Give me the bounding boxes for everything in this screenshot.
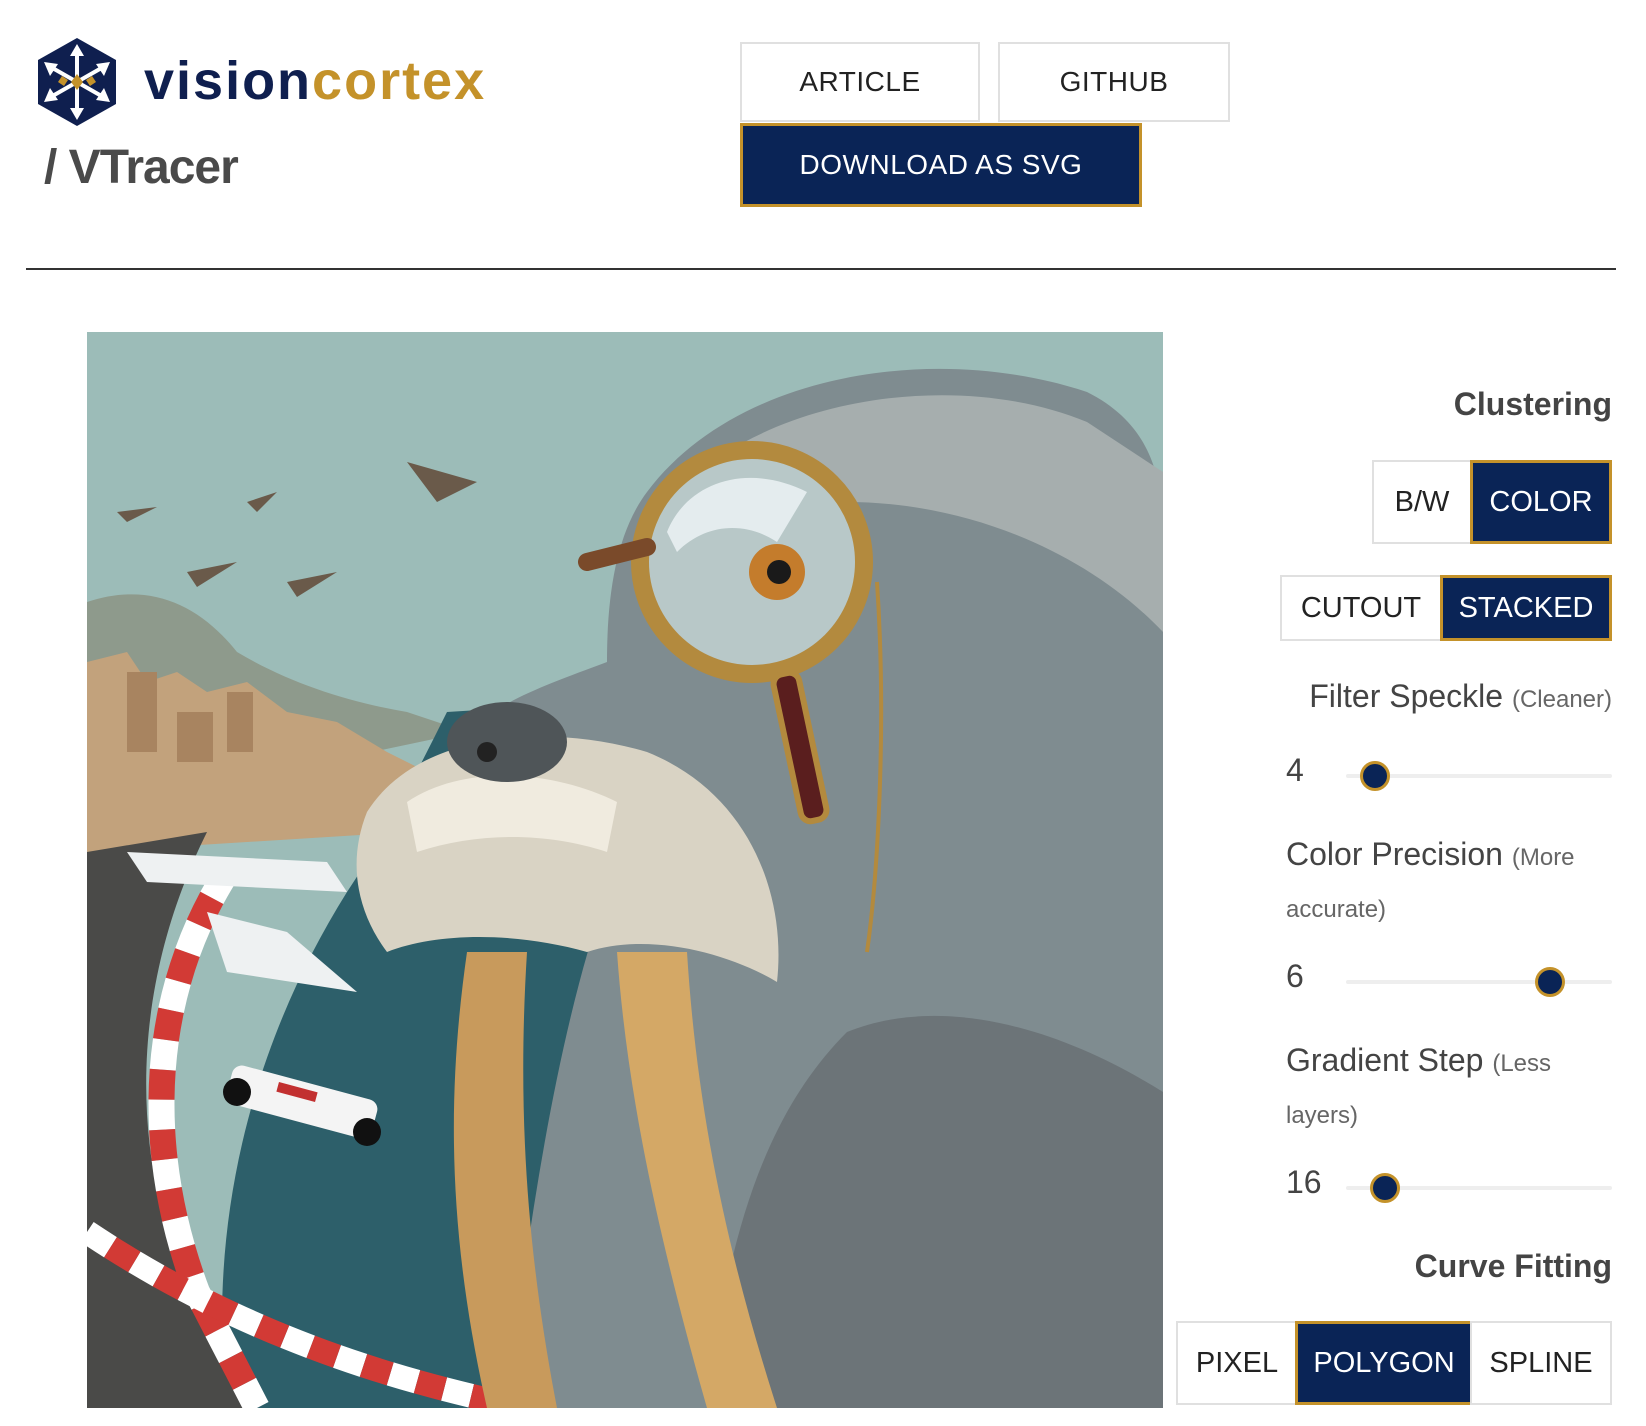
filter-speckle-slider-thumb[interactable] bbox=[1360, 761, 1391, 791]
clustering-color-toggle[interactable]: COLOR bbox=[1470, 460, 1612, 544]
clustering-bw-toggle[interactable]: B/W bbox=[1372, 460, 1472, 544]
layering-cutout-toggle[interactable]: CUTOUT bbox=[1280, 575, 1442, 641]
curve-fitting-section-title: Curve Fitting bbox=[1414, 1248, 1612, 1284]
product-title: / VTracer bbox=[44, 141, 239, 194]
layering-stacked-toggle[interactable]: STACKED bbox=[1440, 575, 1612, 641]
gradient-step-value: 16 bbox=[1286, 1164, 1322, 1200]
vectorized-image-preview bbox=[87, 332, 1163, 1408]
gradient-step-slider-thumb[interactable] bbox=[1369, 1173, 1400, 1203]
filter-speckle-value: 4 bbox=[1286, 752, 1304, 788]
color-precision-value: 6 bbox=[1286, 958, 1304, 994]
header-divider bbox=[26, 268, 1616, 270]
filter-speckle-name: Filter Speckle bbox=[1309, 678, 1504, 714]
visioncortex-logo-icon[interactable] bbox=[34, 36, 120, 128]
curve-polygon-toggle[interactable]: POLYGON bbox=[1295, 1321, 1473, 1405]
color-precision-slider-thumb[interactable] bbox=[1534, 967, 1565, 997]
curve-pixel-toggle[interactable]: PIXEL bbox=[1176, 1321, 1298, 1405]
filter-speckle-hint: (Cleaner) bbox=[1511, 686, 1612, 713]
gradient-step-label: Gradient Step (Less layers) bbox=[1286, 1036, 1616, 1140]
download-svg-button[interactable]: DOWNLOAD AS SVG bbox=[740, 123, 1142, 207]
color-precision-label: Color Precision (More accurate) bbox=[1286, 830, 1616, 934]
article-button[interactable]: ARTICLE bbox=[740, 42, 980, 122]
gradient-step-name: Gradient Step bbox=[1286, 1042, 1484, 1078]
color-precision-name: Color Precision bbox=[1286, 836, 1503, 872]
filter-speckle-label: Filter Speckle (Cleaner) bbox=[1276, 672, 1612, 724]
curve-spline-toggle[interactable]: SPLINE bbox=[1470, 1321, 1612, 1405]
color-precision-slider[interactable] bbox=[1346, 980, 1612, 984]
brand-wordmark: visioncortex bbox=[144, 46, 486, 116]
github-button[interactable]: GITHUB bbox=[998, 42, 1230, 122]
clustering-section-title: Clustering bbox=[1453, 386, 1612, 422]
brand-name-vision: vision bbox=[144, 51, 313, 111]
brand-name-cortex: cortex bbox=[312, 51, 487, 111]
